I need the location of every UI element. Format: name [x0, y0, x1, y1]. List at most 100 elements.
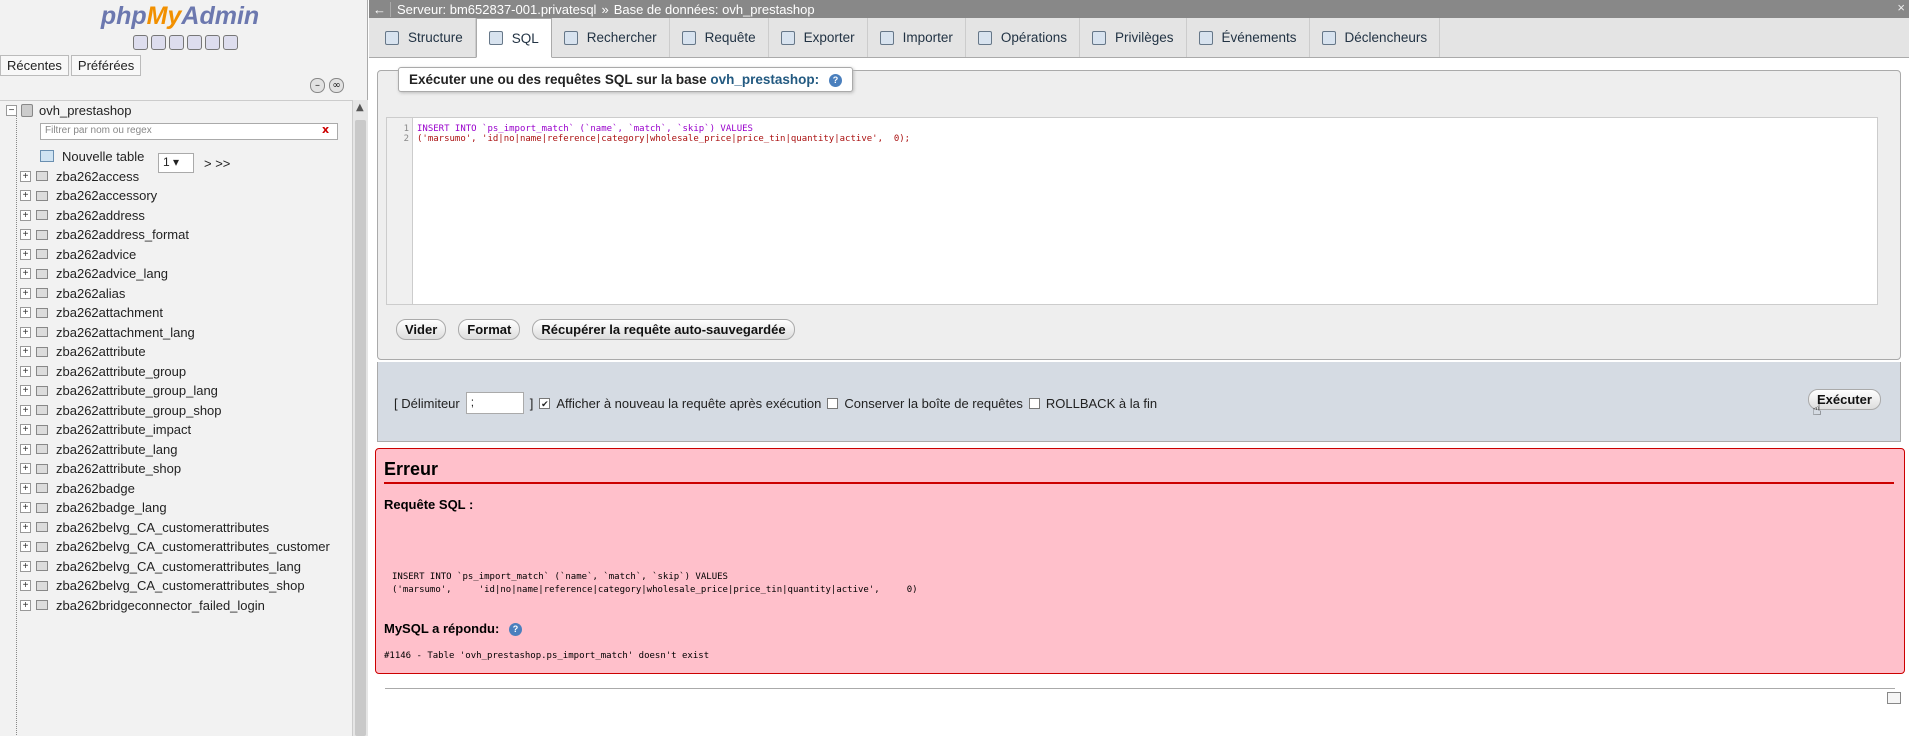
- expand-icon[interactable]: +: [20, 365, 31, 377]
- link-icon[interactable]: ∞: [329, 78, 344, 93]
- new-table-item[interactable]: Nouvelle table: [40, 147, 144, 165]
- expand-icon[interactable]: +: [20, 346, 31, 357]
- table-name[interactable]: zba262belvg_CA_customerattributes: [56, 520, 269, 535]
- filter-clear-button[interactable]: x: [322, 123, 329, 136]
- table-item[interactable]: + zba262advice: [20, 245, 136, 263]
- table-name[interactable]: zba262advice: [56, 247, 136, 262]
- expand-icon[interactable]: +: [20, 170, 31, 182]
- sql-code[interactable]: INSERT INTO `ps_import_match` (`name`, `…: [417, 124, 910, 144]
- nav-scrollbar[interactable]: ▲: [352, 100, 368, 736]
- table-item[interactable]: + zba262belvg_CA_customerattributes_shop: [20, 577, 305, 595]
- nav-scroll-thumb[interactable]: [355, 120, 366, 736]
- expand-icon[interactable]: +: [20, 482, 31, 494]
- table-name[interactable]: zba262attribute_group_shop: [56, 403, 222, 418]
- table-name[interactable]: zba262attribute: [56, 344, 146, 359]
- expand-icon[interactable]: +: [20, 229, 31, 240]
- tab-operations[interactable]: Opérations: [965, 18, 1080, 57]
- tab-search[interactable]: Rechercher: [551, 18, 670, 57]
- expand-icon[interactable]: +: [20, 190, 31, 201]
- new-table-label[interactable]: Nouvelle table: [62, 149, 144, 164]
- expand-icon[interactable]: +: [20, 287, 31, 299]
- table-name[interactable]: zba262accessory: [56, 188, 157, 203]
- table-name[interactable]: zba262address_format: [56, 227, 189, 242]
- breadcrumb-database[interactable]: Base de données: ovh_prestashop: [614, 2, 815, 17]
- phpmyadmin-logo[interactable]: phpMyAdmin: [0, 2, 360, 31]
- table-item[interactable]: + zba262accessory: [20, 187, 157, 205]
- home-icon[interactable]: [133, 35, 148, 50]
- sql-editor[interactable]: 1 2 INSERT INTO `ps_import_match` (`name…: [386, 117, 1878, 305]
- expand-icon[interactable]: +: [20, 404, 31, 416]
- tab-events[interactable]: Événements: [1186, 18, 1310, 57]
- table-name[interactable]: zba262address: [56, 208, 145, 223]
- expand-icon[interactable]: +: [20, 268, 31, 279]
- tab-recent[interactable]: Récentes: [0, 55, 69, 76]
- table-item[interactable]: + zba262attribute: [20, 343, 146, 361]
- expand-icon[interactable]: +: [20, 443, 31, 455]
- tab-sql[interactable]: SQL: [475, 18, 552, 58]
- back-arrow-icon[interactable]: ←: [369, 1, 391, 17]
- table-filter-input[interactable]: Filtrer par nom ou regex: [40, 123, 338, 140]
- tab-favorites[interactable]: Préférées: [70, 55, 142, 76]
- logout-icon[interactable]: [151, 35, 166, 50]
- clear-button[interactable]: Vider: [396, 319, 447, 340]
- table-name[interactable]: zba262badge: [56, 481, 135, 496]
- table-name[interactable]: zba262bridgeconnector_failed_login: [56, 598, 265, 613]
- expand-icon[interactable]: +: [20, 307, 31, 318]
- expand-icon[interactable]: +: [20, 521, 31, 533]
- close-icon[interactable]: ×: [1897, 0, 1905, 15]
- table-name[interactable]: zba262belvg_CA_customerattributes_lang: [56, 559, 301, 574]
- expand-icon[interactable]: +: [20, 599, 31, 611]
- table-item[interactable]: + zba262bridgeconnector_failed_login: [20, 596, 265, 614]
- expand-icon[interactable]: +: [20, 385, 31, 396]
- table-item[interactable]: + zba262attribute_shop: [20, 460, 181, 478]
- table-item[interactable]: + zba262badge_lang: [20, 499, 167, 517]
- table-name[interactable]: zba262belvg_CA_customerattributes_shop: [56, 578, 305, 593]
- page-next-link[interactable]: > >>: [204, 156, 230, 171]
- table-item[interactable]: + zba262address: [20, 206, 145, 224]
- tab-import[interactable]: Importer: [867, 18, 966, 57]
- expand-icon[interactable]: +: [20, 580, 31, 591]
- table-name[interactable]: zba262attachment_lang: [56, 325, 195, 340]
- table-name[interactable]: zba262badge_lang: [56, 500, 167, 515]
- table-item[interactable]: + zba262attribute_group_shop: [20, 401, 222, 419]
- table-name[interactable]: zba262attribute_shop: [56, 461, 181, 476]
- table-item[interactable]: + zba262attribute_lang: [20, 440, 177, 458]
- tab-privileges[interactable]: Privilèges: [1079, 18, 1187, 57]
- rollback-label[interactable]: ROLLBACK à la fin: [1046, 396, 1157, 411]
- help-icon[interactable]: [169, 35, 184, 50]
- page-select[interactable]: 1 ▾: [158, 153, 194, 173]
- collapse-icon[interactable]: −: [6, 105, 17, 116]
- table-item[interactable]: + zba262access: [20, 167, 139, 185]
- table-item[interactable]: + zba262address_format: [20, 226, 189, 244]
- database-name[interactable]: ovh_prestashop: [39, 103, 132, 118]
- help-icon[interactable]: ?: [828, 73, 842, 87]
- keep-box-label[interactable]: Conserver la boîte de requêtes: [844, 396, 1023, 411]
- table-item[interactable]: + zba262attachment: [20, 304, 163, 322]
- table-item[interactable]: + zba262badge: [20, 479, 135, 497]
- expand-icon[interactable]: +: [20, 424, 31, 435]
- table-name[interactable]: zba262belvg_CA_customerattributes_custom…: [56, 539, 330, 554]
- expand-icon[interactable]: +: [20, 209, 31, 221]
- expand-icon[interactable]: +: [20, 560, 31, 572]
- docs-icon[interactable]: [187, 35, 202, 50]
- table-name[interactable]: zba262alias: [56, 286, 125, 301]
- rollback-checkbox[interactable]: [1028, 397, 1040, 409]
- table-name[interactable]: zba262access: [56, 169, 139, 184]
- settings-icon[interactable]: [205, 35, 220, 50]
- table-name[interactable]: zba262attribute_impact: [56, 422, 191, 437]
- expand-icon[interactable]: +: [20, 502, 31, 513]
- tab-query[interactable]: Requête: [669, 18, 769, 57]
- table-name[interactable]: zba262attachment: [56, 305, 163, 320]
- delimiter-input[interactable]: ;: [465, 392, 524, 414]
- expand-icon[interactable]: +: [20, 463, 31, 474]
- format-button[interactable]: Format: [458, 319, 521, 340]
- database-node[interactable]: − ovh_prestashop: [6, 103, 132, 118]
- expand-icon[interactable]: +: [20, 541, 31, 552]
- table-name[interactable]: zba262advice_lang: [56, 266, 168, 281]
- show-again-label[interactable]: Afficher à nouveau la requête après exéc…: [556, 396, 821, 411]
- table-item[interactable]: + zba262attribute_group_lang: [20, 382, 218, 400]
- table-item[interactable]: + zba262attachment_lang: [20, 323, 195, 341]
- table-item[interactable]: + zba262belvg_CA_customerattributes_lang: [20, 557, 301, 575]
- help-icon[interactable]: ?: [508, 623, 522, 637]
- restore-query-button[interactable]: Récupérer la requête auto-sauvegardée: [532, 319, 795, 340]
